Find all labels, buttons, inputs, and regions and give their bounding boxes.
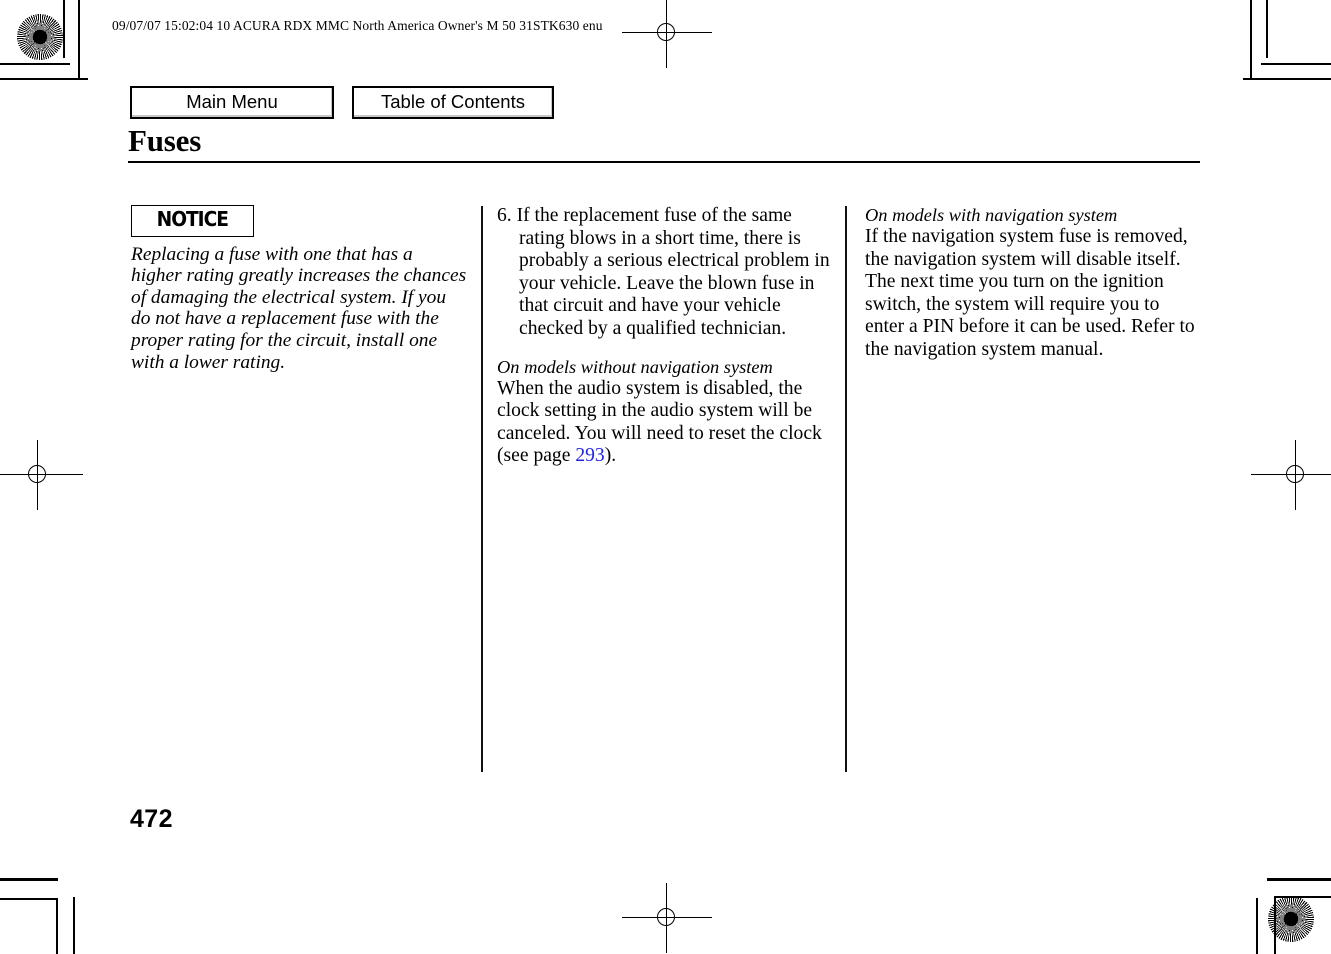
column-divider-left (481, 206, 484, 772)
page-number: 472 (130, 805, 173, 833)
step-text: If the replacement fuse of the same rati… (516, 205, 830, 339)
crop-mark-bottom-right-inner-vertical (1256, 898, 1259, 954)
crop-mark-top-left-horizontal (0, 78, 88, 81)
title-divider-rule (128, 161, 1200, 164)
crop-mark-top-right-horizontal (1243, 78, 1331, 81)
registration-crosshair-top-center (622, 0, 712, 68)
column-middle: 6. If the replacement fuse of the same r… (497, 205, 837, 468)
registration-crosshair-left-center (0, 440, 83, 510)
registration-star-top-left (17, 14, 63, 60)
crop-mark-top-right-vertical (1250, 0, 1253, 80)
column-right: On models with navigation system If the … (865, 205, 1203, 362)
crop-mark-bottom-left-outer (0, 878, 58, 881)
crop-mark-top-left-outer (0, 63, 70, 66)
crop-mark-top-right-inner-vertical (1266, 0, 1269, 58)
crop-mark-top-right-outer (1261, 63, 1331, 66)
crop-mark-bottom-right-vertical (1274, 896, 1277, 954)
crop-mark-bottom-left-inner-vertical (73, 897, 76, 954)
notice-label: NOTICE (156, 207, 229, 231)
crop-mark-bottom-left-vertical (56, 898, 59, 954)
without-navigation-body: When the audio system is disabled, the c… (497, 378, 837, 468)
step-number: 6. (497, 205, 512, 226)
body-text-before-link: When the audio system is disabled, the c… (497, 377, 822, 467)
numbered-step-6: 6. If the replacement fuse of the same r… (497, 205, 837, 341)
body-text-after-link: ). (604, 445, 617, 467)
page-title: Fuses (128, 123, 202, 158)
notice-badge: NOTICE (131, 205, 254, 237)
subhead-with-navigation: On models with navigation system (865, 205, 1118, 225)
column-divider-right (845, 206, 848, 772)
navigation-bar: Main Menu Table of Contents (130, 86, 554, 119)
registration-crosshair-right-center (1251, 440, 1331, 510)
page-reference-link[interactable]: 293 (575, 445, 604, 466)
subhead-without-navigation: On models without navigation system (497, 356, 773, 377)
table-of-contents-button[interactable]: Table of Contents (352, 86, 554, 119)
notice-body-text: Replacing a fuse with one that has a hig… (131, 243, 467, 373)
crop-mark-bottom-right-horizontal (1274, 896, 1331, 899)
crop-mark-bottom-right-outer (1267, 878, 1331, 881)
print-slug-line: 09/07/07 15:02:04 10 ACURA RDX MMC North… (112, 18, 603, 33)
column-left: NOTICE Replacing a fuse with one that ha… (131, 205, 467, 373)
manual-page: 09/07/07 15:02:04 10 ACURA RDX MMC North… (0, 0, 1331, 954)
crop-mark-top-left-inner-vertical (63, 0, 66, 58)
crop-mark-bottom-left-horizontal (0, 898, 58, 901)
registration-crosshair-bottom-center (622, 883, 712, 953)
crop-mark-top-left-vertical (78, 0, 81, 80)
with-navigation-body: If the navigation system fuse is removed… (865, 226, 1195, 360)
main-menu-button[interactable]: Main Menu (130, 86, 334, 119)
